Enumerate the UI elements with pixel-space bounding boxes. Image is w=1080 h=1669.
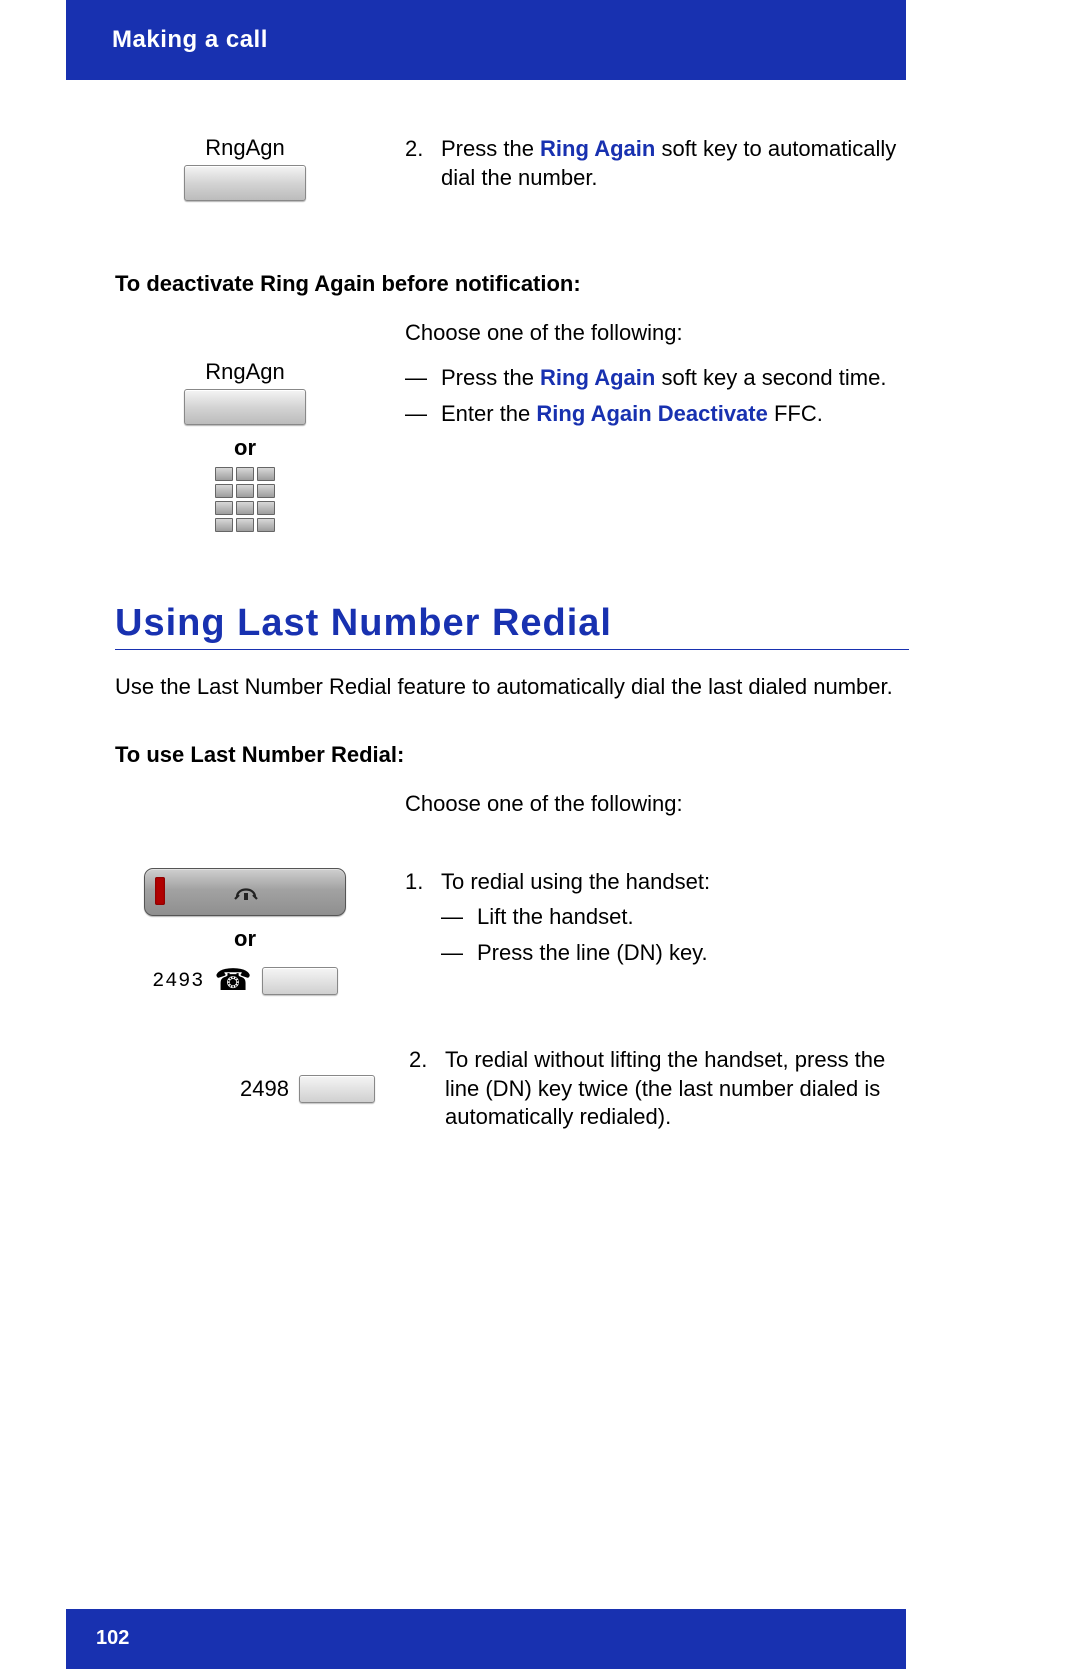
dash-icon: — (405, 400, 429, 429)
ring-again-link: Ring Again (540, 136, 655, 161)
sub-heading-deactivate: To deactivate Ring Again before notifica… (115, 271, 909, 297)
step-body: To redial using the handset: — Lift the … (441, 868, 710, 976)
softkey-illustration: RngAgn (115, 135, 375, 201)
header-bar: Making a call (66, 0, 906, 80)
choose-text: Choose one of the following: (405, 790, 909, 819)
handset-hook-icon (233, 879, 259, 903)
handset-illustration: or 2493 ☎ (115, 868, 375, 996)
page: Making a call RngAgn 2. Press the Ring A… (0, 0, 1080, 1669)
text: To redial without lifting the handset, p… (445, 1046, 909, 1132)
dash-body: Press the Ring Again soft key a second t… (441, 364, 886, 393)
step-number: 2. (409, 1046, 433, 1132)
lnr-step1-row: or 2493 ☎ 1. To redial using the handset… (115, 868, 909, 996)
dash-icon: — (441, 939, 465, 968)
line-button-icon (262, 967, 338, 995)
nested-list: — Lift the handset. — Press the line (DN… (441, 903, 710, 968)
step-row: RngAgn 2. Press the Ring Again soft key … (115, 135, 909, 201)
softkey-button-icon (184, 389, 306, 425)
line-key-illustration: 2493 ☎ (152, 966, 337, 996)
phone-icon: ☎ (214, 966, 251, 996)
page-content: RngAgn 2. Press the Ring Again soft key … (115, 135, 909, 1132)
section-title: Using Last Number Redial (115, 602, 909, 650)
spacer (115, 790, 375, 819)
text: Press the (441, 136, 540, 161)
step-text: 2. Press the Ring Again soft key to auto… (405, 135, 909, 201)
sub-heading-use-lnr: To use Last Number Redial: (115, 742, 909, 768)
text: Enter the (441, 401, 536, 426)
deactivate-illustration: RngAgn or (115, 319, 375, 532)
softkey-label: RngAgn (205, 135, 285, 161)
text: To redial using the handset: (441, 868, 710, 897)
dash-list: — Press the Ring Again soft key a second… (405, 364, 909, 429)
dash-item: — Press the line (DN) key. (441, 939, 710, 968)
page-title: Making a call (112, 26, 268, 54)
or-label: or (234, 435, 256, 461)
dash-icon: — (405, 364, 429, 393)
ring-again-link: Ring Again (540, 365, 655, 390)
dash-item: — Press the Ring Again soft key a second… (405, 364, 909, 393)
deactivate-text: Choose one of the following: — Press the… (405, 319, 909, 532)
page-number: 102 (96, 1627, 129, 1650)
dash-item: — Lift the handset. (441, 903, 710, 932)
softkey-button-icon (184, 165, 306, 201)
step-line: 2. To redial without lifting the handset… (409, 1046, 909, 1132)
text: Lift the handset. (477, 903, 634, 932)
footer-bar: 102 (66, 1609, 906, 1669)
line-number: 2493 (152, 970, 204, 993)
keypad-icon (215, 467, 275, 532)
line-key-illustration: 2498 (115, 1046, 379, 1132)
lnr-choose-row: Choose one of the following: (115, 790, 909, 819)
handset-icon (144, 868, 346, 916)
text: Press the line (DN) key. (477, 939, 708, 968)
step-number: 1. (405, 868, 429, 976)
choose-text: Choose one of the following: (405, 319, 909, 348)
step-line: 2. Press the Ring Again soft key to auto… (405, 135, 909, 192)
step-body: Press the Ring Again soft key to automat… (441, 135, 909, 192)
softkey-label: RngAgn (205, 359, 285, 385)
dash-icon: — (441, 903, 465, 932)
line-button-icon (299, 1075, 375, 1103)
or-label: or (234, 926, 256, 952)
dash-body: Enter the Ring Again Deactivate FFC. (441, 400, 823, 429)
lnr-step1-text: 1. To redial using the handset: — Lift t… (405, 868, 909, 996)
section-intro: Use the Last Number Redial feature to au… (115, 672, 909, 702)
lnr-step2-text: 2. To redial without lifting the handset… (409, 1046, 909, 1132)
step-number: 2. (405, 135, 429, 192)
step-line: 1. To redial using the handset: — Lift t… (405, 868, 909, 976)
text: soft key a second time. (655, 365, 886, 390)
lnr-step2-row: 2498 2. To redial without lifting the ha… (115, 1046, 909, 1132)
deactivate-row: RngAgn or Choose one of the following: — (115, 319, 909, 532)
text: Press the (441, 365, 540, 390)
line-number: 2498 (240, 1076, 289, 1102)
dash-item: — Enter the Ring Again Deactivate FFC. (405, 400, 909, 429)
text: FFC. (768, 401, 823, 426)
ring-again-deactivate-link: Ring Again Deactivate (536, 401, 767, 426)
